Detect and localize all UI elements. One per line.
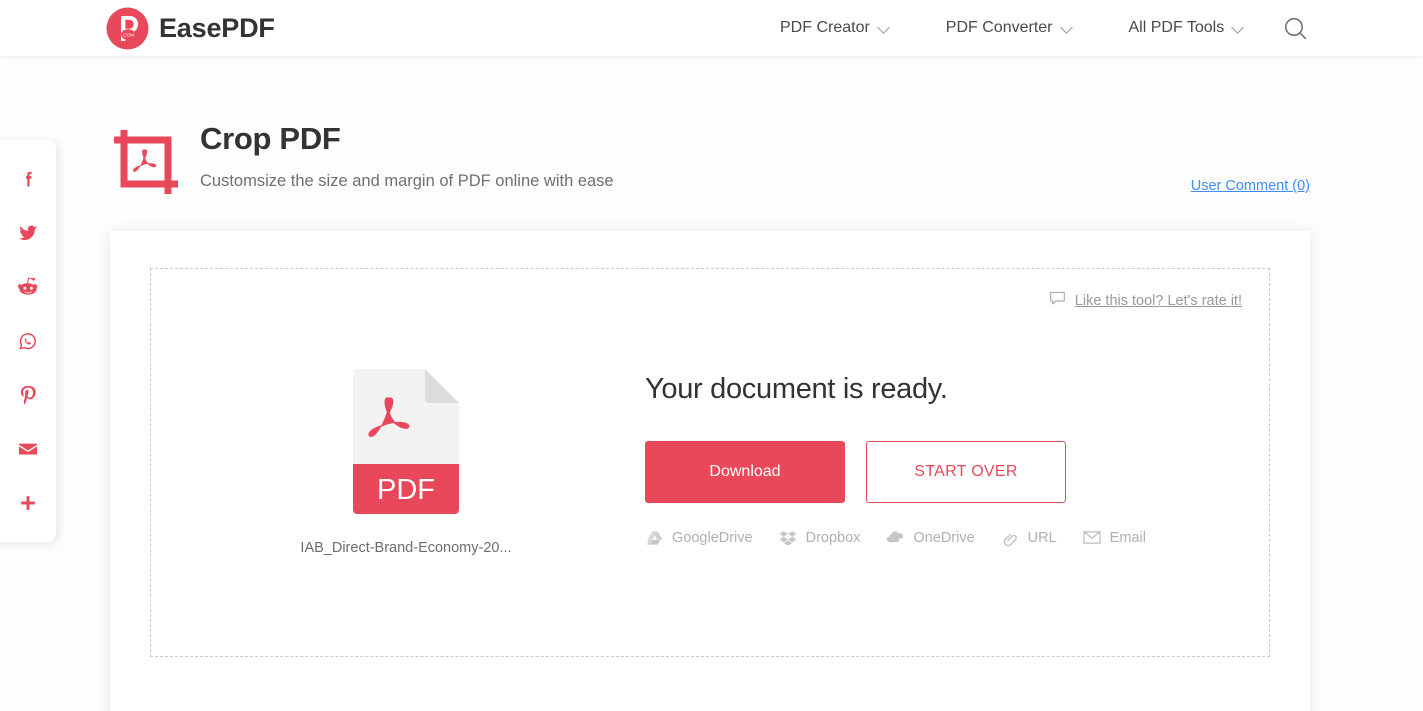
pdf-file-icon: PDF	[353, 369, 459, 514]
nav-item-all-pdf-tools[interactable]: All PDF Tools	[1129, 19, 1245, 37]
tool-card: Like this tool? Let's rate it! PDF IAB_D…	[110, 231, 1310, 711]
facebook-icon	[25, 171, 32, 186]
result-block: Your document is ready. Download START O…	[645, 371, 1205, 547]
page-title: Crop PDF	[200, 121, 341, 156]
dropbox-icon	[779, 528, 798, 547]
file-preview: PDF IAB_Direct-Brand-Economy-20...	[286, 369, 526, 556]
rate-tool-link[interactable]: Like this tool? Let's rate it!	[1049, 290, 1242, 311]
save-to-dropbox-button[interactable]: Dropbox	[779, 528, 861, 547]
email-icon	[18, 443, 38, 455]
share-email-button[interactable]	[0, 422, 56, 476]
link-paperclip-icon	[1001, 528, 1020, 547]
comment-bubble-icon	[1049, 290, 1066, 311]
reddit-icon	[17, 277, 38, 295]
user-comment-link[interactable]: User Comment (0)	[1191, 178, 1310, 194]
chevron-down-icon	[1062, 23, 1073, 34]
result-actions: Download START OVER	[645, 441, 1205, 503]
result-heading: Your document is ready.	[645, 373, 948, 405]
nav-item-pdf-converter[interactable]: PDF Converter	[946, 19, 1073, 37]
download-button[interactable]: Download	[645, 441, 845, 503]
nav-item-label: PDF Creator	[780, 19, 870, 36]
pinterest-icon	[20, 385, 36, 405]
envelope-icon	[1083, 528, 1102, 547]
save-to-email-button[interactable]: Email	[1083, 528, 1146, 547]
pdf-thumb-label: PDF	[377, 474, 435, 506]
chevron-down-icon	[1233, 23, 1244, 34]
file-name: IAB_Direct-Brand-Economy-20...	[300, 540, 512, 556]
main-navigation: PDF Creator PDF Converter All PDF Tools	[780, 0, 1244, 56]
share-pinterest-button[interactable]	[0, 368, 56, 422]
save-to-targets: GoogleDrive Dropbox OneDrive URL Email	[645, 528, 1205, 547]
result-dropzone: Like this tool? Let's rate it! PDF IAB_D…	[150, 268, 1270, 657]
start-over-button[interactable]: START OVER	[866, 441, 1066, 503]
crop-pdf-icon	[110, 126, 182, 198]
save-to-onedrive-button[interactable]: OneDrive	[886, 528, 975, 547]
save-target-label: Dropbox	[805, 529, 861, 546]
easepdf-logo-icon: .COM	[106, 7, 149, 50]
search-icon[interactable]	[1283, 16, 1309, 42]
share-facebook-button[interactable]	[0, 152, 56, 206]
save-target-label: GoogleDrive	[672, 529, 753, 546]
rate-tool-label: Like this tool? Let's rate it!	[1074, 292, 1242, 309]
brand-logo-link[interactable]: .COM EasePDF	[106, 6, 275, 50]
whatsapp-icon	[19, 333, 36, 350]
plus-icon	[21, 496, 35, 510]
page-content: Crop PDF Customsize the size and margin …	[0, 56, 1423, 711]
save-to-url-button[interactable]: URL	[1001, 528, 1057, 547]
save-target-label: URL	[1027, 529, 1057, 546]
nav-item-label: All PDF Tools	[1128, 19, 1225, 36]
nav-item-pdf-creator[interactable]: PDF Creator	[780, 19, 890, 37]
nav-item-label: PDF Converter	[945, 19, 1053, 36]
share-more-button[interactable]	[0, 476, 56, 530]
social-share-sidebar	[0, 140, 56, 542]
share-whatsapp-button[interactable]	[0, 314, 56, 368]
twitter-icon	[18, 225, 38, 241]
page-subtitle: Customsize the size and margin of PDF on…	[200, 172, 614, 190]
tool-header: Crop PDF Customsize the size and margin …	[110, 120, 614, 198]
share-twitter-button[interactable]	[0, 206, 56, 260]
onedrive-icon	[886, 528, 905, 547]
share-reddit-button[interactable]	[0, 260, 56, 314]
save-target-label: Email	[1109, 529, 1146, 546]
svg-text:.COM: .COM	[122, 32, 134, 37]
save-to-googledrive-button[interactable]: GoogleDrive	[645, 528, 753, 547]
chevron-down-icon	[879, 23, 890, 34]
brand-name: EasePDF	[159, 12, 275, 43]
google-drive-icon	[645, 528, 664, 547]
save-target-label: OneDrive	[913, 529, 975, 546]
site-header: .COM EasePDF PDF Creator PDF Converter A…	[0, 0, 1423, 56]
